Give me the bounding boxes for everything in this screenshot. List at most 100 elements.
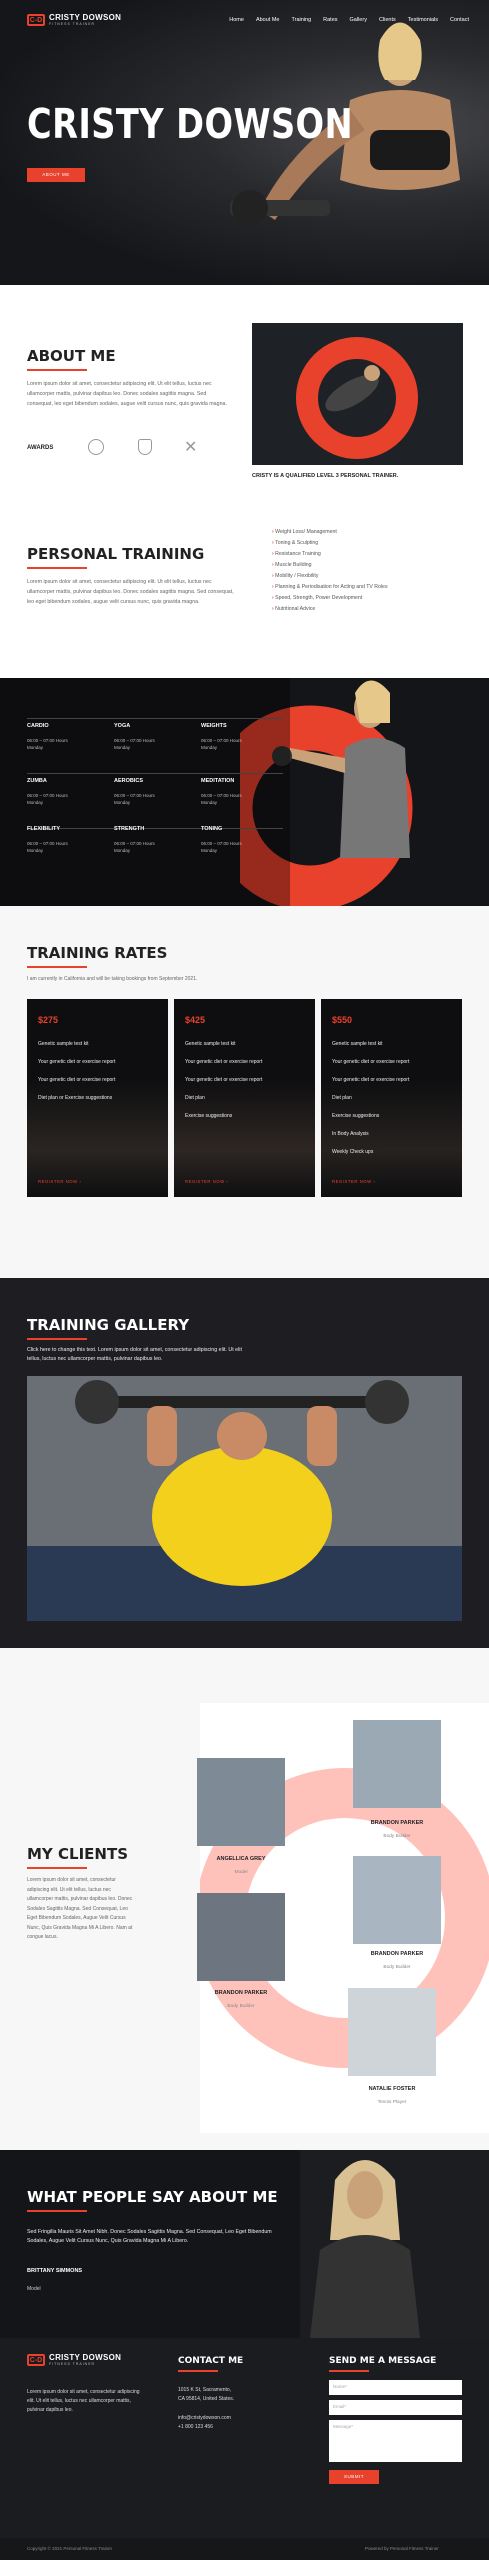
title-divider [27, 2210, 87, 2212]
title-divider [27, 567, 87, 569]
list-item: In Body Analysis [332, 1131, 369, 1137]
main-nav: Home About Me Training Rates Gallery Cli… [229, 17, 469, 23]
submit-button[interactable]: SUBMIT [329, 2470, 379, 2484]
list-item: Your genetic diet or exercise report [332, 1077, 410, 1083]
nav-contact[interactable]: Contact [450, 17, 469, 23]
list-item: Your genetic diet or exercise report [185, 1059, 263, 1065]
clients-title: MY CLIENTS [27, 1845, 128, 1863]
testimonial-role: Model [27, 2286, 41, 2292]
brand-logo[interactable]: C-D CRISTY DOWSON FITNESS TRAINER [27, 14, 121, 26]
message-field[interactable]: Message* [329, 2420, 462, 2462]
schedule-item: CARDIO 06:00 – 07:00 Hours Monday [27, 723, 68, 750]
name-field[interactable]: Name* [329, 2380, 462, 2395]
gallery-title: TRAINING GALLERY [27, 1316, 190, 1334]
list-item: Diet plan [332, 1095, 352, 1101]
nav-gallery[interactable]: Gallery [350, 17, 367, 23]
footer: C-D CRISTY DOWSON FITNESS TRAINER Lorem … [0, 2338, 489, 2560]
clients-section: MY CLIENTS Lorem ipsum dolor sit amet, c… [0, 1648, 489, 2150]
nav-home[interactable]: Home [229, 17, 244, 23]
list-item: Your genetic diet or exercise report [38, 1059, 116, 1065]
training-section: PERSONAL TRAINING Lorem ipsum dolor sit … [0, 495, 489, 678]
hero-title: CRISTY DOWSON [27, 100, 354, 148]
brand-name: CRISTY DOWSON [49, 13, 122, 22]
testimonial-image [300, 2150, 489, 2338]
logo-mark-icon: C-D [27, 2354, 45, 2366]
register-button[interactable]: REGISTER NOW › [332, 1179, 375, 1184]
rate-features: Genetic sample test kit Your genetic die… [185, 1035, 262, 1125]
rate-features: Genetic sample test kit Your genetic die… [332, 1035, 409, 1161]
client-avatar [197, 1758, 285, 1846]
nav-about[interactable]: About Me [256, 17, 280, 23]
footer-logo[interactable]: C-D CRISTY DOWSON FITNESS TRAINER [27, 2354, 121, 2366]
schedule-item: YOGA 06:00 – 07:00 Hours Monday [114, 723, 155, 750]
list-item: Nutritional Advice [272, 604, 388, 615]
nav-clients[interactable]: Clients [379, 17, 396, 23]
brand-name: CRISTY DOWSON [49, 2353, 122, 2362]
about-section: ABOUT ME Lorem ipsum dolor sit amet, con… [0, 285, 489, 495]
client-name: BRANDON PARKER [214, 1990, 268, 1996]
contact-title: CONTACT ME [178, 2356, 244, 2366]
brand-tagline: FITNESS TRAINER [49, 2362, 96, 2366]
about-me-button[interactable]: ABOUT ME [27, 168, 85, 182]
register-button[interactable]: REGISTER NOW › [185, 1179, 228, 1184]
rates-section: TRAINING RATES I am currently in Califor… [0, 906, 489, 1278]
list-item: Genetic sample test kit [332, 1041, 383, 1047]
form-title: SEND ME A MESSAGE [329, 2356, 437, 2366]
schedule-item: MEDITATION 06:00 – 07:00 Hours Monday [201, 778, 242, 805]
award-swords-icon: ✕ [184, 439, 198, 456]
rates-title: TRAINING RATES [27, 944, 168, 962]
hero-section: C-D CRISTY DOWSON FITNESS TRAINER Home A… [0, 0, 489, 285]
client-role: Body Builder [383, 1965, 411, 1970]
arrow-right-icon: › [79, 1179, 82, 1184]
title-divider [27, 369, 87, 371]
email-field[interactable]: Email* [329, 2400, 462, 2415]
clients-text: Lorem ipsum dolor sit amet, consectetur … [27, 1877, 133, 1940]
client-name: BRANDON PARKER [370, 1820, 424, 1826]
contact-email-link[interactable]: info@cristydowson.com [178, 2414, 231, 2423]
client-name: BRANDON PARKER [370, 1951, 424, 1957]
list-item: Weight Loss/ Management [272, 527, 388, 538]
list-item: Resistance Training [272, 549, 388, 560]
row-divider [27, 718, 283, 719]
schedule-item: WEIGHTS 06:00 – 07:00 Hours Monday [201, 723, 242, 750]
rate-card: $425 Genetic sample test kit Your geneti… [174, 999, 315, 1197]
list-item: Toning & Sculpting [272, 538, 388, 549]
list-item: Your genetic diet or exercise report [332, 1059, 410, 1065]
testimonial-title: WHAT PEOPLE SAY ABOUT ME [27, 2188, 278, 2206]
list-item: Diet plan [185, 1095, 205, 1101]
client-role: Body Builder [227, 2004, 255, 2009]
testimonial-section: WHAT PEOPLE SAY ABOUT ME Sed Fringilla M… [0, 2150, 489, 2338]
gallery-image[interactable] [27, 1376, 462, 1621]
rate-card: $275 Genetic sample test kit Your geneti… [27, 999, 168, 1197]
list-item: Exercise suggestions [332, 1113, 380, 1119]
about-title: ABOUT ME [27, 347, 116, 365]
list-item: Planning & Periodisation for Acting and … [272, 582, 387, 593]
award-shield-icon [138, 439, 152, 455]
nav-testimonials[interactable]: Testimonials [408, 17, 438, 23]
list-item: Genetic sample test kit [185, 1041, 236, 1047]
rate-card: $550 Genetic sample test kit Your geneti… [321, 999, 462, 1197]
list-item: Mobility / Flexibility [272, 571, 388, 582]
schedule-section: CARDIO 06:00 – 07:00 Hours Monday YOGA 06:0… [0, 678, 489, 906]
register-button[interactable]: REGISTER NOW › [38, 1179, 81, 1184]
client-avatar [197, 1893, 285, 1981]
title-divider [329, 2370, 369, 2372]
list-item: Your genetic diet or exercise report [185, 1077, 263, 1083]
logo-mark-icon: C-D [27, 14, 45, 26]
nav-training[interactable]: Training [291, 17, 311, 23]
list-item: Exercise suggestions [185, 1113, 233, 1119]
testimonial-author: BRITTANY SIMMONS [27, 2268, 83, 2274]
title-divider [27, 1338, 87, 1340]
arrow-right-icon: › [373, 1179, 376, 1184]
arrow-right-icon: › [226, 1179, 229, 1184]
gallery-text: Click here to change this text. Lorem ip… [27, 1347, 242, 1362]
about-text: Lorem ipsum dolor sit amet, consectetur … [27, 381, 227, 407]
address-line: 1015 K St, Sacramento, [178, 2387, 232, 2393]
schedule-item: ZUMBA 06:00 – 07:00 Hours Monday [27, 778, 68, 805]
about-image [252, 323, 463, 465]
title-divider [27, 966, 87, 968]
nav-rates[interactable]: Rates [323, 17, 337, 23]
footer-about: Lorem ipsum dolor sit amet, consectetur … [27, 2389, 140, 2413]
contact-phone-link[interactable]: +1 800 123 456 [178, 2423, 213, 2432]
schedule-item: STRENGTH 06:00 – 07:00 Hours Monday [114, 826, 155, 853]
